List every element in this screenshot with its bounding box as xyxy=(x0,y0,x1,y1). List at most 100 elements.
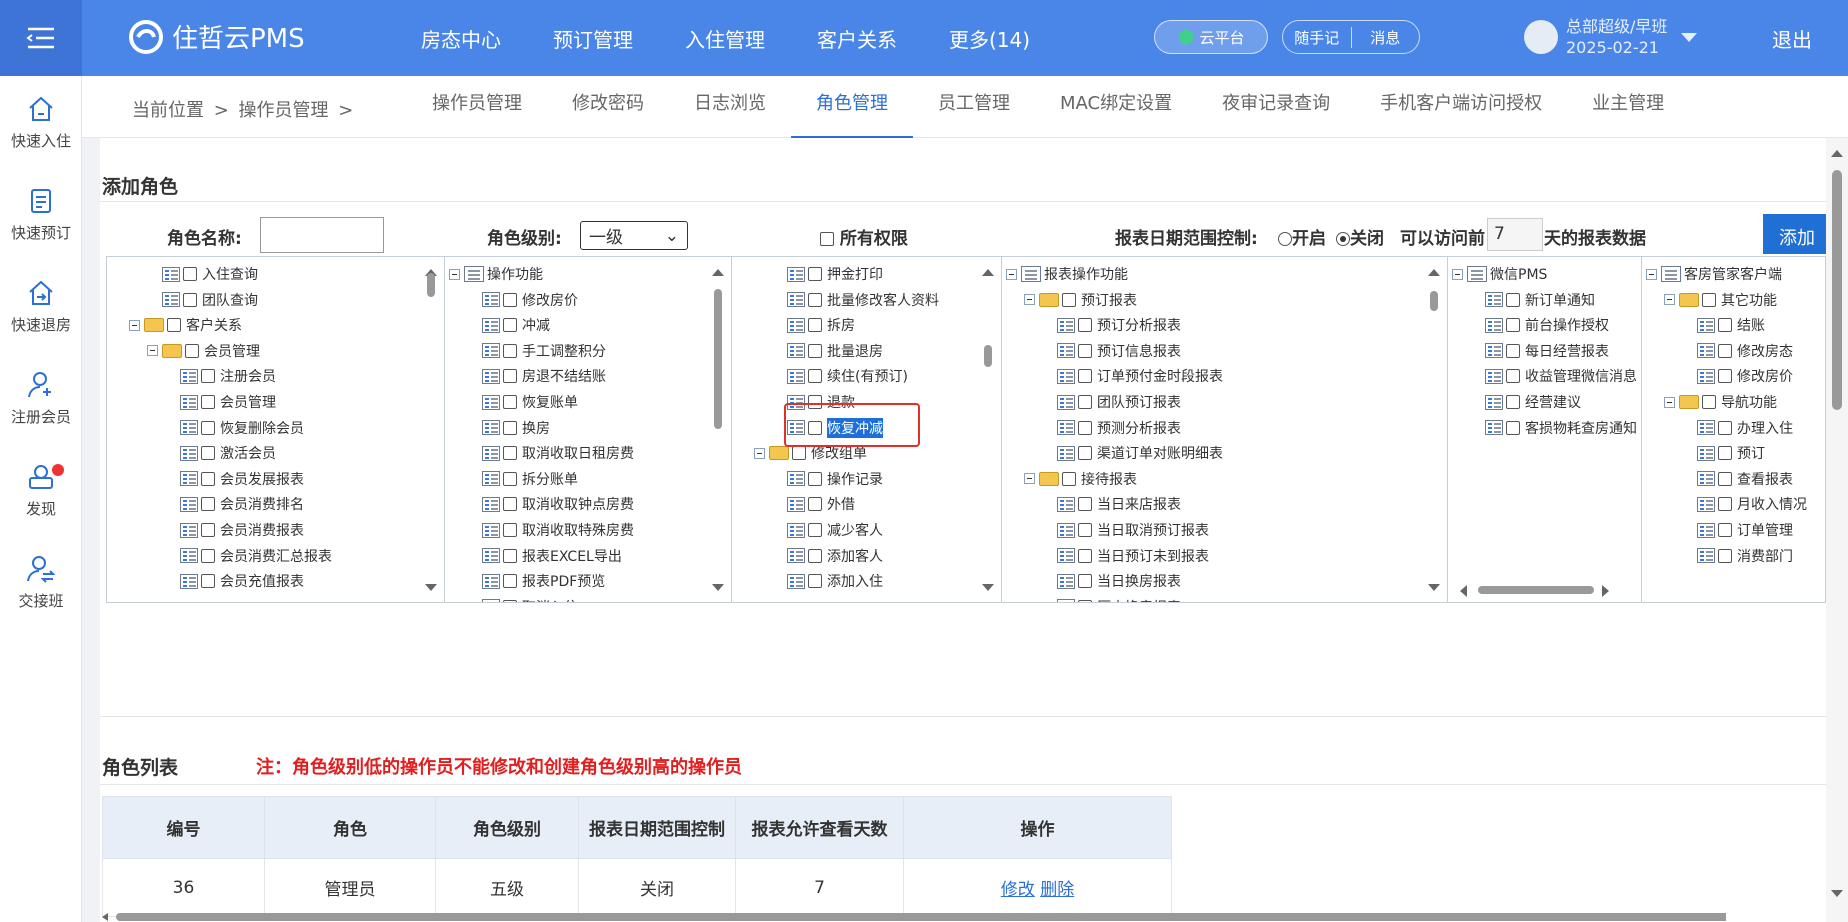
nav-crm[interactable]: 客户关系 xyxy=(817,24,897,53)
permission-checkbox[interactable] xyxy=(201,497,215,512)
permission-checkbox[interactable] xyxy=(1718,343,1732,358)
tree-item[interactable]: 会员管理 xyxy=(180,389,276,415)
tree-root[interactable]: 报表操作功能 xyxy=(1006,261,1128,287)
tree-item[interactable]: 订单预付金时段报表 xyxy=(1057,363,1223,389)
collapse-icon[interactable] xyxy=(754,447,765,459)
tree-item[interactable]: 恢复账单 xyxy=(482,389,578,415)
tree-item[interactable]: 客损物耗查房通知 xyxy=(1485,415,1637,441)
tree-root[interactable]: 客房管家客户端 xyxy=(1646,261,1782,287)
permission-checkbox[interactable] xyxy=(1718,497,1732,512)
permission-checkbox[interactable] xyxy=(1078,523,1092,537)
collapse-icon[interactable] xyxy=(1024,294,1035,306)
tree-item[interactable]: 减少客人 xyxy=(787,517,883,543)
tree-item[interactable]: 办理入住 xyxy=(1697,415,1793,441)
permission-checkbox[interactable] xyxy=(1078,574,1092,589)
scroll-down-icon[interactable] xyxy=(425,584,437,591)
tree-item[interactable]: 团队预订报表 xyxy=(1057,389,1181,415)
permission-checkbox[interactable] xyxy=(1506,395,1520,409)
tab-role-management[interactable]: 角色管理 xyxy=(791,76,913,138)
scroll-thumb[interactable] xyxy=(1832,170,1842,410)
permission-checkbox[interactable] xyxy=(1078,343,1092,358)
permission-checkbox[interactable] xyxy=(808,574,822,589)
collapse-icon[interactable] xyxy=(1664,396,1675,408)
tree-scrollbar[interactable] xyxy=(980,257,996,602)
permission-checkbox[interactable] xyxy=(1062,471,1076,486)
tab-night-audit[interactable]: 夜审记录查询 xyxy=(1197,76,1355,138)
permission-checkbox[interactable] xyxy=(503,292,517,307)
tree-folder[interactable]: 预订报表 xyxy=(1024,287,1137,313)
sidebar-item-quick-checkin[interactable]: 快速入住 xyxy=(0,94,82,151)
permission-checkbox[interactable] xyxy=(1702,292,1716,307)
permission-checkbox[interactable] xyxy=(1078,369,1092,384)
permission-checkbox[interactable] xyxy=(183,267,197,281)
tree-item[interactable]: 拆房 xyxy=(787,312,855,338)
logout-button[interactable]: 退出 xyxy=(1772,24,1812,53)
tree-scrollbar[interactable] xyxy=(1426,257,1442,602)
tree-item[interactable]: 外借 xyxy=(787,491,855,517)
permission-checkbox[interactable] xyxy=(1078,420,1092,435)
open-radio[interactable] xyxy=(1278,232,1292,246)
sidebar-item-quick-checkout[interactable]: 快速退房 xyxy=(0,278,82,335)
tree-item[interactable]: 房退不结结账 xyxy=(482,363,606,389)
sidebar-item-handover[interactable]: 交接班 xyxy=(0,554,82,611)
tab-operator-management[interactable]: 操作员管理 xyxy=(407,76,547,138)
tree-item[interactable]: 批量修改客人资料 xyxy=(787,287,939,313)
tree-item[interactable]: 会员发展报表 xyxy=(180,466,304,492)
tab-change-password[interactable]: 修改密码 xyxy=(547,76,669,138)
tree-item[interactable]: 历史换房报表 xyxy=(1057,594,1181,602)
scroll-down-icon[interactable] xyxy=(1831,890,1843,897)
permission-checkbox[interactable] xyxy=(201,548,215,563)
nav-room-status[interactable]: 房态中心 xyxy=(421,24,501,53)
permission-checkbox[interactable] xyxy=(1718,548,1732,563)
permission-checkbox[interactable] xyxy=(808,292,822,307)
permission-checkbox[interactable] xyxy=(503,471,517,486)
permission-checkbox[interactable] xyxy=(1718,523,1732,537)
permission-checkbox[interactable] xyxy=(183,292,197,307)
sidebar-item-discover[interactable]: 发现 xyxy=(0,462,82,519)
permission-checkbox[interactable] xyxy=(808,523,822,537)
sidebar-item-register-member[interactable]: 注册会员 xyxy=(0,370,82,427)
tree-item[interactable]: 手工调整积分 xyxy=(482,338,606,364)
permission-checkbox[interactable] xyxy=(503,446,517,461)
tab-owner-management[interactable]: 业主管理 xyxy=(1567,76,1689,138)
permission-checkbox[interactable] xyxy=(503,318,517,333)
permission-checkbox[interactable] xyxy=(1506,343,1520,358)
tree-item[interactable]: 修改房态 xyxy=(1697,338,1793,364)
collapse-icon[interactable] xyxy=(1646,268,1657,280)
tree-item[interactable]: 入住查询 xyxy=(162,261,258,287)
date-range-close[interactable]: 关闭 xyxy=(1336,224,1384,249)
date-range-open[interactable]: 开启 xyxy=(1278,224,1326,249)
tree-item[interactable]: 取消收取特殊房费 xyxy=(482,517,634,543)
permission-checkbox[interactable] xyxy=(808,497,822,512)
tree-folder[interactable]: 客户关系 xyxy=(129,312,242,338)
permission-checkbox[interactable] xyxy=(1506,420,1520,435)
tree-horizontal-scrollbar[interactable] xyxy=(1460,583,1609,597)
permission-checkbox[interactable] xyxy=(1718,446,1732,461)
tree-item[interactable]: 预订 xyxy=(1697,440,1765,466)
tree-scrollbar[interactable] xyxy=(423,257,439,602)
permission-checkbox[interactable] xyxy=(1718,420,1732,435)
permission-checkbox[interactable] xyxy=(1718,471,1732,486)
permission-checkbox[interactable] xyxy=(792,446,806,461)
permission-checkbox[interactable] xyxy=(1078,446,1092,461)
tree-item[interactable]: 月收入情况 xyxy=(1697,491,1807,517)
tree-item[interactable]: 批量退房 xyxy=(787,338,883,364)
app-logo[interactable]: 住哲云PMS xyxy=(128,18,305,55)
page-scrollbar[interactable] xyxy=(1826,138,1848,922)
permission-checkbox[interactable] xyxy=(808,343,822,358)
tree-item[interactable]: 经营建议 xyxy=(1485,389,1581,415)
scroll-thumb[interactable] xyxy=(984,345,992,367)
tree-item[interactable]: 修改房价 xyxy=(482,287,578,313)
tree-item[interactable]: 预测分析报表 xyxy=(1057,415,1181,441)
tree-folder[interactable]: 会员管理 xyxy=(147,338,260,364)
horizontal-scrollbar[interactable] xyxy=(100,912,1726,922)
cloud-platform-button[interactable]: 云平台 xyxy=(1154,20,1268,54)
permission-checkbox[interactable] xyxy=(1718,318,1732,333)
permission-checkbox[interactable] xyxy=(167,318,181,333)
permission-checkbox[interactable] xyxy=(201,523,215,537)
tree-item[interactable]: 取消入住 xyxy=(482,594,578,602)
permission-checkbox[interactable] xyxy=(1506,318,1520,333)
collapse-icon[interactable] xyxy=(1006,268,1017,280)
tab-mac-binding[interactable]: MAC绑定设置 xyxy=(1035,76,1197,138)
tree-item[interactable]: 续住(有预订) xyxy=(787,363,908,389)
